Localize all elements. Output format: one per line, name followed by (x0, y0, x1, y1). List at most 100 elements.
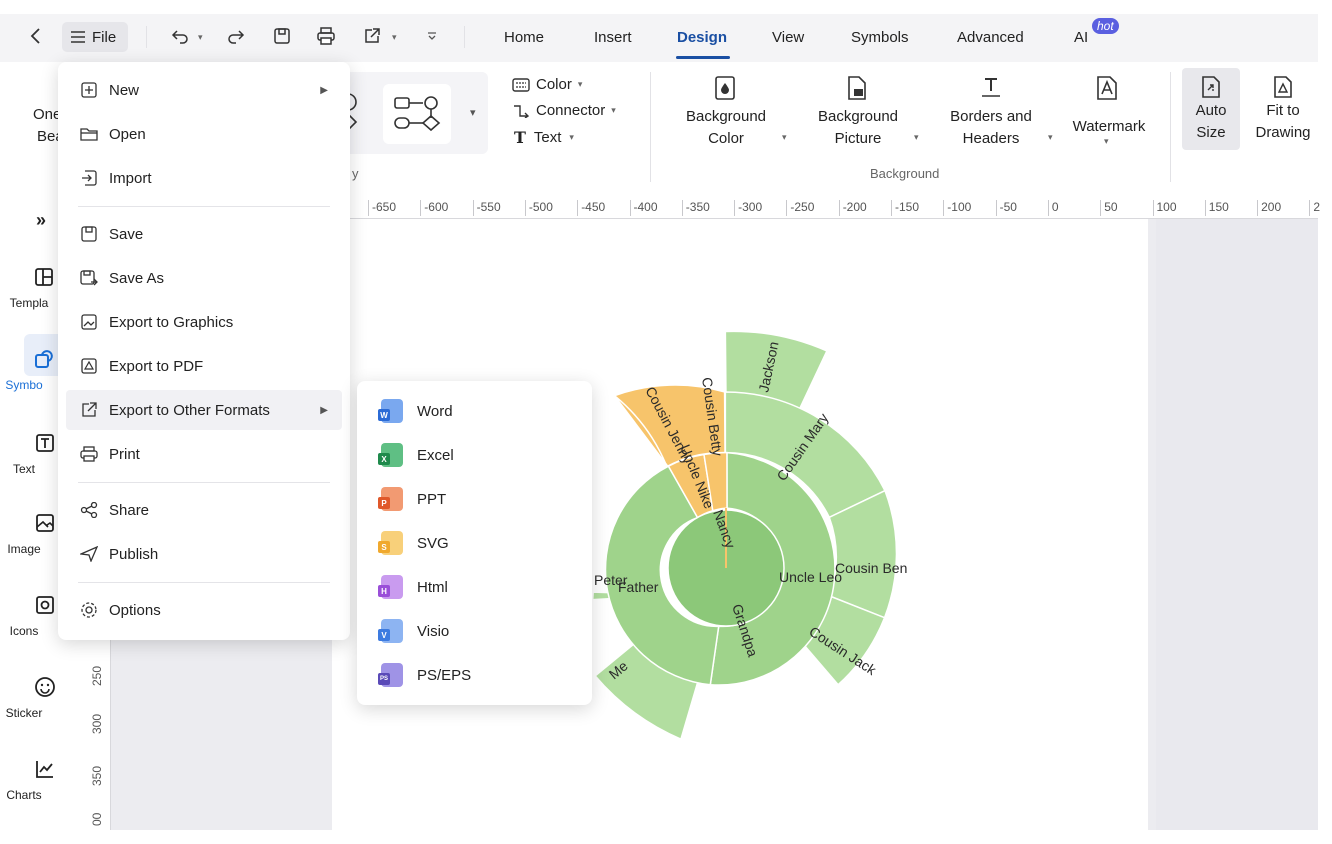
background-group-label: Background (870, 166, 940, 181)
flow-style-thumbnail[interactable] (383, 84, 451, 144)
auto-size-line1: Auto (1195, 102, 1227, 119)
menu-item-save[interactable]: Save (58, 214, 350, 254)
publish-icon (78, 543, 100, 565)
borders-headers-dropdown-icon[interactable]: ▾ (1048, 132, 1053, 143)
expand-sidebar-icon[interactable]: » (36, 210, 46, 231)
watermark-icon[interactable] (1096, 76, 1118, 100)
sidebar-item-charts[interactable]: Charts (0, 754, 88, 802)
undo-dropdown-icon[interactable]: ▾ (198, 32, 203, 43)
vruler-tick: 250 (90, 665, 104, 686)
horizontal-ruler: -650 -600 -550 -500 -450 -400 -350 -300 -250 -200… (330, 196, 1320, 219)
active-tab-indicator (676, 56, 730, 59)
back-icon[interactable] (22, 22, 50, 50)
hruler-tick: -450 (581, 200, 606, 214)
background-picture-line1: Background (817, 108, 899, 125)
menu-item-export-pdf[interactable]: Export to PDF (58, 346, 350, 386)
tab-insert[interactable]: Insert (594, 29, 632, 46)
menu-item-print[interactable]: Print (58, 434, 350, 474)
menu-label-import: Import (109, 169, 152, 187)
canvas-margin (1156, 218, 1318, 830)
sunburst-diagram[interactable]: Grandpa Uncle Leo Father Uncle Nike Nanc… (560, 320, 920, 750)
redo-icon[interactable] (222, 22, 250, 50)
borders-headers-icon[interactable] (980, 76, 1002, 98)
sidebar-item-sticker[interactable]: Sticker (0, 672, 88, 720)
menu-item-share[interactable]: Share (58, 490, 350, 530)
visio-icon: V (378, 619, 403, 643)
menu-icon (71, 31, 85, 43)
submenu-label-word: Word (417, 402, 453, 420)
hruler-tick: 100 (1156, 200, 1177, 214)
hruler-tick: -650 (372, 200, 397, 214)
auto-size-button[interactable]: Auto Size (1182, 68, 1240, 150)
submenu-item-html[interactable]: H Html (357, 567, 592, 607)
symbols-icon (30, 344, 60, 374)
menu-label-share: Share (109, 501, 150, 519)
background-picture-dropdown-icon[interactable]: ▾ (914, 132, 919, 143)
text-icon (30, 428, 60, 458)
submenu-item-excel[interactable]: X Excel (357, 435, 592, 475)
submenu-item-visio[interactable]: V Visio (357, 611, 592, 651)
hruler-tick: -100 (947, 200, 972, 214)
tab-ai[interactable]: AI (1074, 29, 1088, 46)
menu-label-export-pdf: Export to PDF (109, 357, 204, 375)
vruler-tick: 00 (90, 812, 104, 826)
submenu-item-svg[interactable]: S SVG (357, 523, 592, 563)
submenu-item-pseps[interactable]: PS PS/EPS (357, 655, 592, 695)
save-as-icon (78, 267, 100, 289)
menu-item-export-other[interactable]: Export to Other Formats ▶ (66, 390, 342, 430)
menu-item-import[interactable]: Import (58, 158, 350, 198)
html-icon: H (378, 575, 403, 599)
export-pdf-icon (78, 355, 100, 377)
tab-home[interactable]: Home (504, 29, 544, 46)
more-icon[interactable] (418, 22, 446, 50)
borders-headers-line2: Headers (962, 130, 1020, 147)
text-label: Text (533, 129, 562, 146)
hruler-tick: -150 (895, 200, 920, 214)
submenu-arrow-icon: ▶ (320, 84, 328, 96)
menu-item-save-as[interactable]: Save As (58, 258, 350, 298)
export-dropdown-icon[interactable]: ▾ (392, 32, 397, 43)
fit-to-drawing-line1: Fit to (1266, 102, 1300, 119)
background-picture-button[interactable]: Background Picture (808, 106, 908, 150)
tab-view[interactable]: View (772, 29, 804, 46)
gear-icon (78, 599, 100, 621)
background-picture-icon[interactable] (846, 76, 868, 100)
tab-symbols[interactable]: Symbols (851, 29, 909, 46)
menu-item-new[interactable]: New ▶ (58, 70, 350, 110)
submenu-arrow-icon: ▶ (320, 404, 328, 416)
borders-headers-button[interactable]: Borders and Headers (938, 106, 1044, 150)
menu-item-open[interactable]: Open (58, 114, 350, 154)
undo-icon[interactable] (166, 22, 194, 50)
watermark-dropdown-icon[interactable]: ▾ (1104, 136, 1109, 147)
background-color-icon[interactable] (714, 76, 736, 100)
export-icon[interactable] (358, 22, 386, 50)
borders-headers-line1: Borders and (950, 108, 1032, 125)
fit-to-drawing-line2: Drawing (1255, 124, 1311, 141)
background-color-dropdown-icon[interactable]: ▾ (782, 132, 787, 143)
submenu-label-visio: Visio (417, 622, 450, 640)
menu-label-save: Save (109, 225, 144, 243)
save-icon[interactable] (268, 22, 296, 50)
text-dropdown[interactable]: T Text ▾ (514, 128, 574, 147)
charts-icon (30, 754, 60, 784)
connector-dropdown[interactable]: Connector ▾ (512, 102, 616, 119)
folder-icon (78, 123, 100, 145)
menu-item-export-graphics[interactable]: Export to Graphics (58, 302, 350, 342)
fit-to-drawing-button[interactable]: Fit to Drawing (1248, 68, 1318, 150)
tab-design[interactable]: Design (677, 29, 727, 46)
menu-item-publish[interactable]: Publish (58, 534, 350, 574)
save-icon (78, 223, 100, 245)
color-dropdown[interactable]: Color ▾ (512, 76, 582, 93)
watermark-button[interactable]: Watermark (1060, 116, 1158, 138)
color-icon (512, 77, 530, 92)
submenu-item-word[interactable]: W Word (357, 391, 592, 431)
tab-advanced[interactable]: Advanced (957, 29, 1024, 46)
gallery-more-icon[interactable]: ▾ (470, 106, 476, 119)
background-color-line1: Background (685, 108, 767, 125)
background-color-button[interactable]: Background Color (676, 106, 776, 150)
print-icon[interactable] (312, 22, 340, 50)
hot-badge: hot (1092, 18, 1119, 34)
file-menu-button[interactable]: File (62, 22, 128, 52)
menu-item-options[interactable]: Options (58, 590, 350, 630)
submenu-item-ppt[interactable]: P PPT (357, 479, 592, 519)
